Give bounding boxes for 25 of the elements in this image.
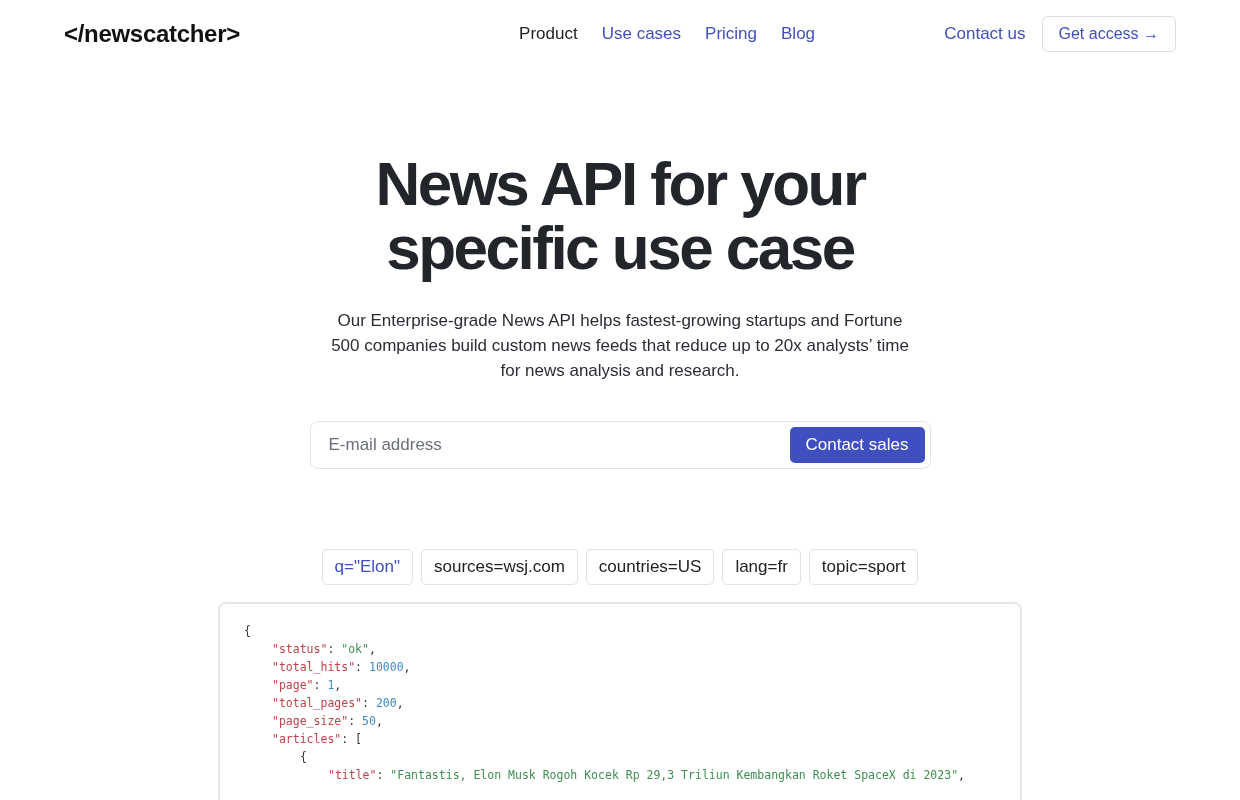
hero-subtitle: Our Enterprise-grade News API helps fastest-growing startups and Fortune 500 companies build custom news feeds that reduce up to 20x analysts’ time for news analysis and research. [330,310,910,382]
code-line: "title": "Fantastis, Elon Musk Rogoh Kocek Rp 29,3 Triliun Kembangkan Roket SpaceX di 2023", [328,767,965,784]
code-line: "total_pages": 200, [272,695,404,712]
nav-link[interactable]: Product [519,24,578,44]
hero-title: News API for your specific use case [374,152,867,280]
nav-link[interactable]: Use cases [601,24,682,44]
email-field[interactable]: E-mail address Contact sales [309,421,931,469]
query-chip[interactable]: countries=US [585,549,715,585]
get-access-button[interactable]: Get access → [1041,16,1176,52]
code-line: { [300,749,307,766]
contact-sales-button[interactable]: Contact sales [789,427,925,463]
code-line: "articles": [ [272,731,363,748]
code-line: "status": "ok", [272,641,376,658]
logo[interactable]: </newscatcher> [64,20,240,48]
nav-link[interactable]: Pricing [705,24,758,44]
query-chip[interactable]: lang=fr [722,549,801,585]
contact-link[interactable]: Contact us [944,24,1026,44]
code-line: { [244,623,251,640]
code-line: "page": 1, [272,677,342,694]
code-line: "total_hits": 10000, [272,659,411,676]
code-line: "page_size": 50, [272,713,383,730]
query-chip[interactable]: topic=sport [808,549,919,585]
nav-link[interactable]: Blog [781,24,816,44]
query-chip[interactable]: sources=wsj.com [421,549,578,585]
query-chip[interactable]: q="Elon" [321,549,413,585]
